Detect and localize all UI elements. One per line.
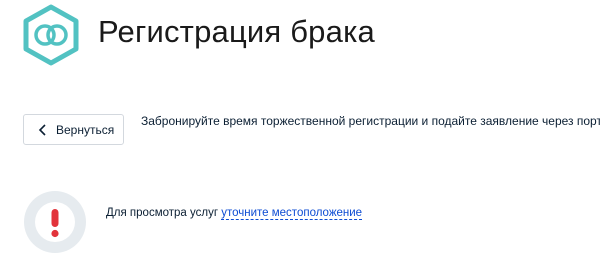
intro-text: Забронируйте время торжественной регистр… <box>141 114 600 128</box>
chevron-left-icon <box>38 123 46 136</box>
wedding-rings-icon <box>23 4 79 66</box>
back-button-label: Вернуться <box>56 122 115 137</box>
page-title: Регистрация брака <box>98 14 375 49</box>
page: Регистрация брака Вернуться Забронируйте… <box>0 0 600 266</box>
back-button[interactable]: Вернуться <box>23 114 124 145</box>
specify-location-link[interactable]: уточните местоположение <box>221 207 363 220</box>
exclamation-icon <box>24 191 86 253</box>
location-notice-text: Для просмотра услуг <box>106 207 219 219</box>
location-notice: Для просмотра услуг уточните местоположе… <box>106 207 363 220</box>
